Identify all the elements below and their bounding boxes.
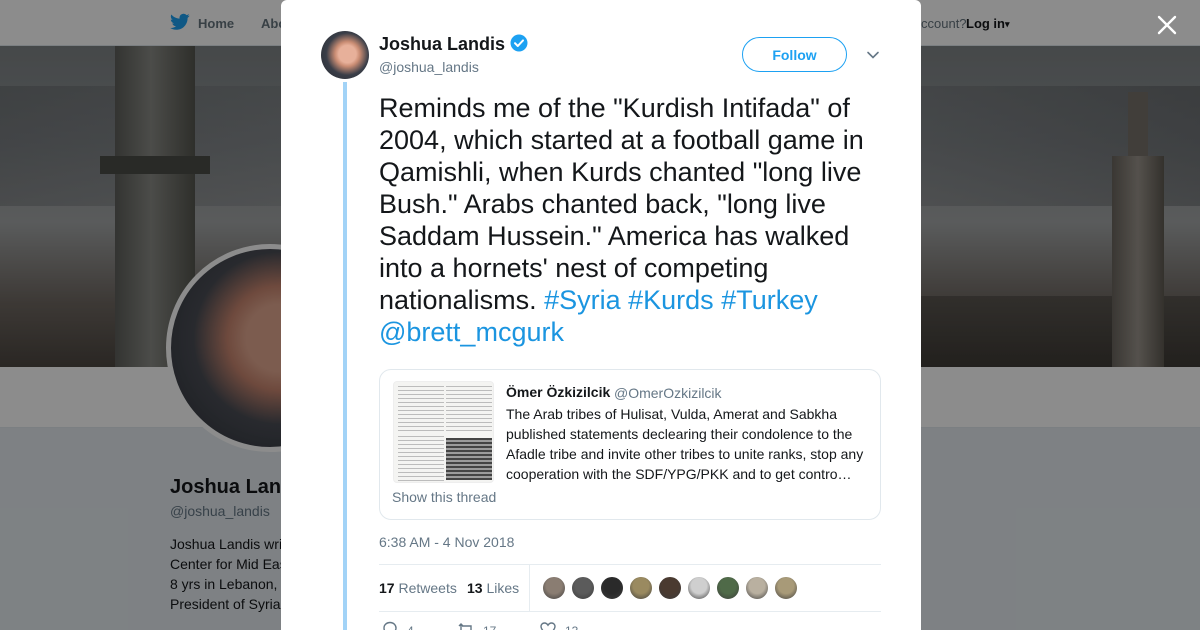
quoted-text-line: The Arab tribes of Hulisat, Vulda, Amera…: [506, 406, 838, 422]
quoted-author-name: Ömer Özkizilcik: [506, 384, 611, 400]
reply-button[interactable]: 4: [381, 620, 414, 630]
hashtag-link[interactable]: #Kurds: [628, 285, 714, 315]
tweet-text: Reminds me of the "Kurdish Intifada" of …: [379, 92, 887, 348]
tweet-body: Reminds me of the "Kurdish Intifada" of …: [379, 93, 864, 315]
likes-count: 13: [467, 580, 483, 596]
author-avatar[interactable]: [321, 31, 369, 79]
reply-count: 4: [407, 624, 414, 630]
likes-stat[interactable]: 13 Likes: [467, 580, 519, 596]
author-name[interactable]: Joshua Landis: [379, 34, 505, 55]
follow-button[interactable]: Follow: [742, 37, 847, 72]
quoted-text-line: published statements declearing their co…: [506, 426, 853, 442]
liker-avatar[interactable]: [774, 576, 798, 600]
like-button[interactable]: 13: [539, 620, 578, 630]
author-handle[interactable]: @joshua_landis: [379, 59, 479, 75]
quoted-text-line: Afadle tribe and invite other tribes to …: [506, 446, 864, 462]
liker-avatar[interactable]: [542, 576, 566, 600]
liker-avatars: [542, 576, 798, 600]
hashtag-link[interactable]: #Syria: [544, 285, 621, 315]
mention-link[interactable]: @brett_mcgurk: [379, 317, 564, 347]
likes-label: Likes: [486, 580, 520, 596]
liker-avatar[interactable]: [629, 576, 653, 600]
like-count: 13: [565, 624, 578, 630]
heart-icon: [539, 620, 557, 630]
liker-avatar[interactable]: [745, 576, 769, 600]
quoted-text-line: cooperation with the SDF/YPG/PKK and to …: [506, 466, 852, 482]
liker-avatar[interactable]: [716, 576, 740, 600]
quoted-tweet-text: The Arab tribes of Hulisat, Vulda, Amera…: [506, 404, 870, 484]
hashtag-link[interactable]: #Turkey: [721, 285, 818, 315]
tweet-modal: Joshua Landis @joshua_landis Follow Remi…: [281, 0, 921, 630]
quoted-tweet[interactable]: Ömer Özkizilcik @OmerOzkizilcik The Arab…: [379, 369, 881, 520]
quoted-tweet-image[interactable]: [393, 381, 494, 483]
thread-line: [343, 82, 347, 630]
retweets-count: 17: [379, 580, 395, 596]
retweets-stat[interactable]: 17 Retweets: [379, 580, 457, 596]
close-icon[interactable]: [1154, 12, 1180, 38]
liker-avatar[interactable]: [687, 576, 711, 600]
retweet-icon: [457, 620, 475, 630]
quoted-author-handle: @OmerOzkizilcik: [614, 385, 722, 401]
verified-badge-icon: [510, 34, 528, 52]
liker-avatar[interactable]: [600, 576, 624, 600]
stats-divider: [529, 565, 530, 612]
retweets-label: Retweets: [398, 580, 457, 596]
liker-avatar[interactable]: [658, 576, 682, 600]
tweet-timestamp[interactable]: 6:38 AM - 4 Nov 2018: [379, 534, 514, 550]
retweet-button[interactable]: 17: [457, 620, 496, 630]
liker-avatar[interactable]: [571, 576, 595, 600]
reply-icon: [381, 620, 399, 630]
retweet-count: 17: [483, 624, 496, 630]
chevron-down-icon[interactable]: [866, 48, 880, 62]
show-thread-link[interactable]: Show this thread: [392, 489, 496, 505]
tweet-stats: 17 Retweets 13 Likes: [379, 564, 881, 612]
